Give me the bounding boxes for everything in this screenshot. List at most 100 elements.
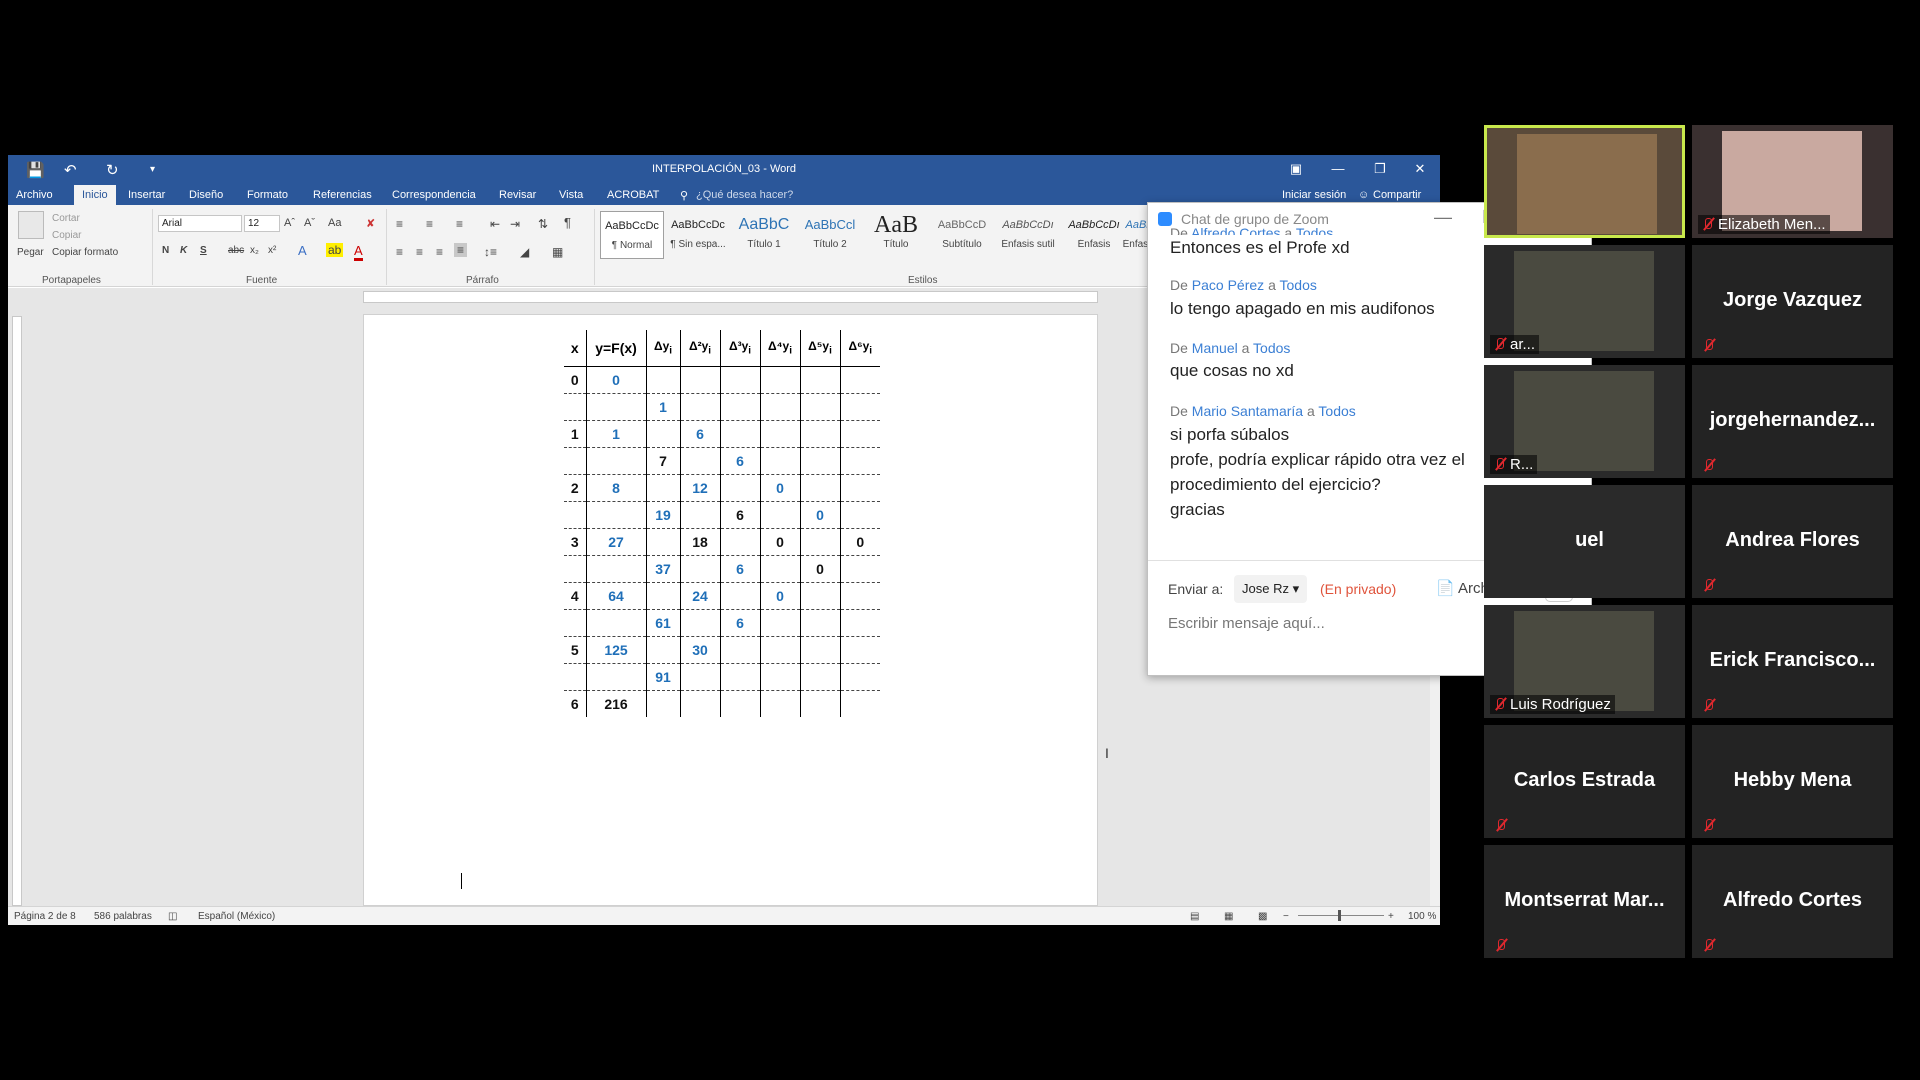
justify-icon[interactable]: ≡ <box>454 243 468 257</box>
underline-button[interactable]: S <box>200 245 207 256</box>
tab-acrobat[interactable]: ACROBAT <box>607 189 659 201</box>
minimize-icon[interactable]: — <box>1318 161 1358 176</box>
minimize-icon[interactable]: — <box>1434 207 1452 228</box>
change-case-button[interactable]: Aa <box>328 217 341 229</box>
paste-button[interactable]: Pegar <box>17 247 44 258</box>
format-painter-button[interactable]: Copiar formato <box>52 247 118 258</box>
numbering-icon[interactable]: ≡ <box>426 217 433 231</box>
clipboard-group-label: Portapapeles <box>42 275 101 286</box>
font-name-select[interactable]: Arial <box>158 215 242 232</box>
clear-format-icon[interactable]: ✘ <box>366 217 375 230</box>
zoom-slider-thumb[interactable] <box>1338 910 1341 921</box>
tab-insertar[interactable]: Insertar <box>128 189 165 201</box>
table-cell <box>720 420 761 448</box>
table-cell <box>720 366 761 394</box>
tab-diseno[interactable]: Diseño <box>189 189 223 201</box>
participant-tile[interactable]: jorgehernandez... <box>1692 365 1893 478</box>
message-text: Entonces es el Profe xd <box>1170 238 1350 257</box>
text-effects-icon[interactable]: A <box>298 243 307 258</box>
web-layout-icon[interactable]: ▩ <box>1258 911 1267 922</box>
from-label: De <box>1170 340 1188 356</box>
table-cell: 30 <box>680 636 721 664</box>
page-count[interactable]: Página 2 de 8 <box>14 911 76 922</box>
restore-icon[interactable]: ❐ <box>1360 161 1400 177</box>
zoom-out-icon[interactable]: − <box>1283 911 1289 922</box>
language[interactable]: Español (México) <box>198 911 275 922</box>
bullets-icon[interactable]: ≡ <box>396 217 403 231</box>
decrease-indent-icon[interactable]: ⇤ <box>490 217 500 231</box>
participant-tile[interactable]: Andrea Flores <box>1692 485 1893 598</box>
strike-button[interactable]: abc <box>228 245 244 256</box>
sort-icon[interactable]: ⇅ <box>538 217 548 231</box>
signin-link[interactable]: Iniciar sesión <box>1282 189 1346 201</box>
table-cell: 6 <box>564 690 587 717</box>
style-title[interactable]: AaB Título <box>864 211 928 259</box>
share-button[interactable]: Compartir <box>1373 189 1421 201</box>
vertical-ruler[interactable] <box>8 306 26 906</box>
style-emphasis[interactable]: AaBbCcDı Énfasis <box>1062 211 1126 259</box>
show-marks-icon[interactable]: ¶ <box>564 215 571 230</box>
italic-button[interactable]: K <box>180 245 187 256</box>
increase-indent-icon[interactable]: ⇥ <box>510 217 520 231</box>
tell-me-box[interactable]: ¿Qué desea hacer? <box>696 189 793 201</box>
participant-tile[interactable]: R... <box>1484 365 1685 478</box>
participant-tile[interactable]: Hebby Mena <box>1692 725 1893 838</box>
word-count[interactable]: 586 palabras <box>94 911 152 922</box>
shrink-font-icon[interactable]: Aˇ <box>304 217 315 229</box>
multilevel-list-icon[interactable]: ≡ <box>456 217 463 231</box>
participant-tile[interactable]: Alfredo Cortes <box>1692 845 1893 958</box>
zoom-level[interactable]: 100 % <box>1408 911 1436 922</box>
line-spacing-icon[interactable]: ↕≡ <box>484 245 497 259</box>
style-normal[interactable]: AaBbCcDc ¶ Normal <box>600 211 664 259</box>
zoom-in-icon[interactable]: + <box>1388 911 1394 922</box>
tab-formato[interactable]: Formato <box>247 189 288 201</box>
shading-icon[interactable]: ◢ <box>520 245 529 259</box>
style-heading-1[interactable]: AaBbC Título 1 <box>732 211 796 259</box>
subscript-button[interactable]: x₂ <box>250 245 259 256</box>
superscript-button[interactable]: x² <box>268 245 276 256</box>
print-layout-icon[interactable]: ▦ <box>1224 911 1233 922</box>
align-left-icon[interactable]: ≡ <box>396 245 403 259</box>
participant-tile[interactable]: Elizabeth Men... <box>1692 125 1893 238</box>
read-mode-icon[interactable]: ▤ <box>1190 911 1199 922</box>
style-no-spacing[interactable]: AaBbCcDc ¶ Sin espa... <box>666 211 730 259</box>
style-preview: AaBbCcDc <box>605 220 659 232</box>
highlight-icon[interactable]: ab <box>326 243 344 257</box>
sender-name: Paco Pérez <box>1191 277 1265 293</box>
align-right-icon[interactable]: ≡ <box>436 245 443 259</box>
style-heading-2[interactable]: AaBbCcl Título 2 <box>798 211 862 259</box>
participant-tile[interactable] <box>1484 125 1685 238</box>
to-label: a <box>1268 277 1276 293</box>
participant-tile[interactable]: ar... <box>1484 245 1685 358</box>
zoom-slider[interactable] <box>1298 915 1384 916</box>
participant-tile[interactable]: uel <box>1484 485 1685 598</box>
font-size-select[interactable]: 12 <box>244 215 280 232</box>
style-subtitle[interactable]: AaBbCcD Subtítulo <box>930 211 994 259</box>
participant-tile[interactable]: Jorge Vazquez <box>1692 245 1893 358</box>
proofing-icon[interactable]: ◫ <box>168 911 177 922</box>
ribbon-options-icon[interactable]: ▣ <box>1276 161 1316 177</box>
tab-correspondencia[interactable]: Correspondencia <box>392 189 476 201</box>
tab-revisar[interactable]: Revisar <box>499 189 536 201</box>
tab-archivo[interactable]: Archivo <box>16 189 53 201</box>
align-center-icon[interactable]: ≡ <box>416 245 423 259</box>
tab-referencias[interactable]: Referencias <box>313 189 372 201</box>
borders-icon[interactable]: ▦ <box>552 245 563 259</box>
copy-button[interactable]: Copiar <box>52 230 81 241</box>
from-label: De <box>1170 403 1188 419</box>
recipient-dropdown[interactable]: Jose Rz ▾ <box>1234 575 1308 603</box>
participant-tile[interactable]: Erick Francisco... <box>1692 605 1893 718</box>
close-icon[interactable]: ✕ <box>1400 161 1440 177</box>
bold-button[interactable]: N <box>162 245 169 256</box>
send-to-label: Enviar a: <box>1168 581 1224 597</box>
tab-inicio[interactable]: Inicio <box>74 185 116 205</box>
participant-tile[interactable]: Luis Rodríguez <box>1484 605 1685 718</box>
grow-font-icon[interactable]: Aˆ <box>284 217 295 229</box>
cut-button[interactable]: Cortar <box>52 213 80 224</box>
participant-tile[interactable]: Montserrat Mar... <box>1484 845 1685 958</box>
tab-vista[interactable]: Vista <box>559 189 583 201</box>
style-subtle-emphasis[interactable]: AaBbCcDı Énfasis sutil <box>996 211 1060 259</box>
message-input[interactable]: Escribir mensaje aquí... <box>1168 615 1325 632</box>
font-color-icon[interactable]: A <box>354 243 363 261</box>
participant-tile[interactable]: Carlos Estrada <box>1484 725 1685 838</box>
